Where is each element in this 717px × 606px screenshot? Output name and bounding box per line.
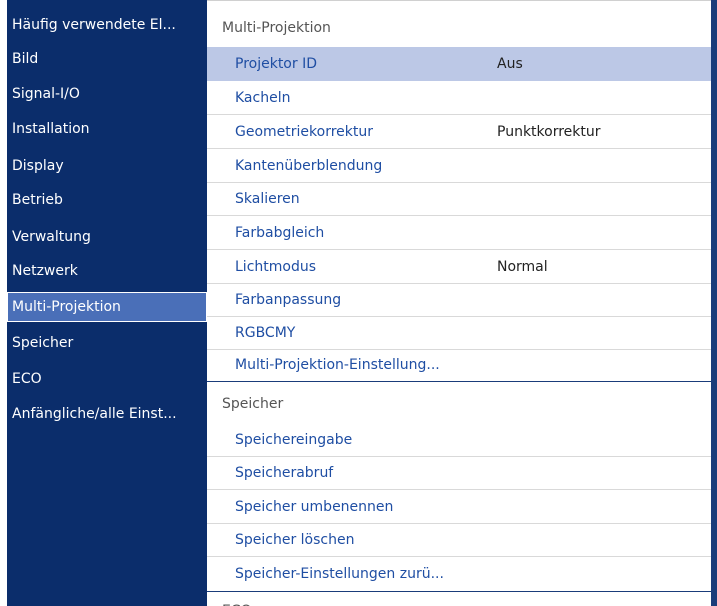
row-farbanpassung[interactable]: Farbanpassung (207, 283, 714, 317)
sidebar-item-installation[interactable]: Installation (7, 114, 207, 144)
sidebar-item-eco[interactable]: ECO (7, 364, 207, 394)
row-label: Speicher umbenennen (235, 499, 394, 515)
row-label: Projektor ID (235, 56, 317, 72)
sidebar-item-display[interactable]: Display (7, 151, 207, 181)
section-header-speicher: Speicher (222, 396, 284, 412)
row-speicher-einstellungen-zuruecksetzen[interactable]: Speicher-Einstellungen zurü... (207, 557, 714, 591)
row-value: Aus (497, 56, 523, 72)
row-label: Farbabgleich (235, 225, 325, 241)
row-value: Normal (497, 259, 548, 275)
row-label: Skalieren (235, 191, 300, 207)
sidebar-item-bild[interactable]: Bild (7, 44, 207, 74)
sidebar-item-anfaengliche-alle-einstellungen[interactable]: Anfängliche/alle Einst... (7, 399, 207, 429)
row-speicherabruf[interactable]: Speicherabruf (207, 456, 714, 490)
section-header-multi-projektion: Multi-Projektion (222, 20, 331, 36)
row-multi-projektion-einstellung[interactable]: Multi-Projektion-Einstellung... (207, 348, 714, 382)
scrollbar[interactable] (711, 0, 714, 606)
sidebar-item-netzwerk[interactable]: Netzwerk (7, 256, 207, 286)
row-label: Kacheln (235, 90, 291, 106)
section-header-eco: ECO (207, 593, 714, 606)
row-farbabgleich[interactable]: Farbabgleich (207, 216, 714, 250)
row-label: Multi-Projektion-Einstellung... (235, 357, 440, 373)
row-label: Speicher-Einstellungen zurü... (235, 566, 444, 582)
sidebar-item-multi-projektion[interactable]: Multi-Projektion (7, 292, 207, 322)
menu-sidebar: Häufig verwendete El... Bild Signal-I/O … (7, 0, 207, 606)
row-lichtmodus[interactable]: Lichtmodus Normal (207, 250, 714, 284)
row-rgbcmy[interactable]: RGBCMY (207, 316, 714, 350)
row-kantenueberblendung[interactable]: Kantenüberblendung (207, 149, 714, 183)
row-label: Speichereingabe (235, 432, 353, 448)
section-divider (207, 591, 714, 592)
row-label: Lichtmodus (235, 259, 317, 275)
row-label: Farbanpassung (235, 292, 342, 308)
sidebar-item-speicher[interactable]: Speicher (7, 328, 207, 358)
row-speicher-loeschen[interactable]: Speicher löschen (207, 523, 714, 557)
projector-menu-window: Häufig verwendete El... Bild Signal-I/O … (0, 0, 717, 606)
top-divider (207, 0, 714, 1)
sidebar-item-haeufig-verwendete-elemente[interactable]: Häufig verwendete El... (7, 10, 207, 40)
row-geometriekorrektur[interactable]: Geometriekorrektur Punktkorrektur (207, 115, 714, 149)
section-divider (207, 381, 714, 382)
row-skalieren[interactable]: Skalieren (207, 182, 714, 216)
row-label: Speicher löschen (235, 532, 355, 548)
row-label: Speicherabruf (235, 465, 334, 481)
row-label: Geometriekorrektur (235, 124, 373, 140)
row-value: Punktkorrektur (497, 124, 601, 140)
menu-content-panel: Multi-Projektion Projektor ID Aus Kachel… (207, 0, 717, 606)
sidebar-item-betrieb[interactable]: Betrieb (7, 185, 207, 215)
row-speicher-umbenennen[interactable]: Speicher umbenennen (207, 490, 714, 524)
sidebar-item-verwaltung[interactable]: Verwaltung (7, 222, 207, 252)
row-kacheln[interactable]: Kacheln (207, 81, 714, 115)
row-label: Kantenüberblendung (235, 158, 383, 174)
sidebar-item-signal-io[interactable]: Signal-I/O (7, 79, 207, 109)
row-speichereingabe[interactable]: Speichereingabe (207, 423, 714, 457)
row-label: RGBCMY (235, 325, 296, 341)
row-projektor-id[interactable]: Projektor ID Aus (207, 47, 714, 81)
